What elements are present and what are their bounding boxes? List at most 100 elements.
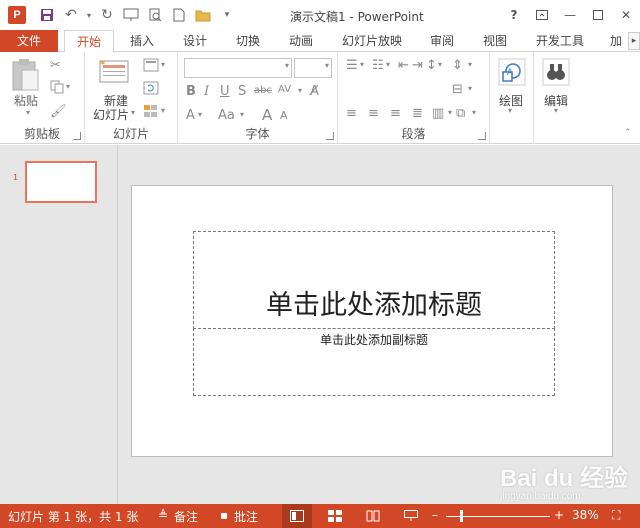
zoom-out-icon[interactable]: – (432, 508, 438, 522)
find-binoculars-icon[interactable] (542, 58, 570, 90)
layout-dropdown-icon[interactable]: ▾ (161, 60, 165, 69)
tab-slideshow[interactable]: 幻灯片放映 (334, 30, 410, 52)
align-text-dropdown-icon[interactable]: ▾ (468, 84, 472, 93)
section-dropdown-icon[interactable]: ▾ (161, 106, 165, 115)
tab-view[interactable]: 视图 (475, 30, 515, 52)
reading-view-icon[interactable] (358, 504, 388, 528)
customize-qat-icon[interactable]: ▾ (216, 5, 238, 25)
font-color-icon[interactable]: A (186, 108, 195, 123)
align-left-icon[interactable]: ≡ (346, 106, 357, 121)
increase-indent-icon[interactable]: ⇥ (412, 58, 423, 73)
character-spacing-dropdown-icon[interactable]: ▾ (298, 86, 302, 95)
zoom-in-icon[interactable]: + (554, 508, 564, 522)
clipboard-launcher-icon[interactable] (73, 132, 81, 140)
close-icon[interactable]: ✕ (612, 4, 640, 26)
tab-review[interactable]: 审阅 (422, 30, 462, 52)
copy-dropdown-icon[interactable]: ▾ (66, 82, 70, 91)
text-direction-dropdown-icon[interactable]: ▾ (468, 60, 472, 69)
paragraph-launcher-icon[interactable] (478, 132, 486, 140)
tab-developer[interactable]: 开发工具 (528, 30, 592, 52)
new-slide-label-2[interactable]: 幻灯片 (93, 106, 129, 123)
section-icon[interactable] (143, 104, 159, 122)
numbering-dropdown-icon[interactable]: ▾ (386, 60, 390, 69)
tab-home[interactable]: 开始 (64, 30, 114, 53)
notes-icon[interactable]: ≜ (158, 508, 168, 522)
bullets-dropdown-icon[interactable]: ▾ (360, 60, 364, 69)
font-name-dropdown-icon[interactable]: ▾ (285, 61, 289, 70)
clear-formatting-icon[interactable]: A̸ (310, 84, 319, 99)
change-case-dropdown-icon[interactable]: ▾ (240, 110, 244, 119)
redo-icon[interactable]: ↻ (96, 5, 118, 25)
tab-insert[interactable]: 插入 (122, 30, 162, 52)
smartart-icon[interactable]: ⧉ (456, 106, 465, 121)
align-text-icon[interactable]: ⊟ (452, 82, 463, 97)
normal-view-icon[interactable] (282, 504, 312, 528)
tab-file[interactable]: 文件 (0, 30, 58, 52)
slide-thumbnail[interactable] (25, 161, 97, 203)
change-case-icon[interactable]: Aa (218, 108, 235, 123)
restore-icon[interactable] (584, 4, 612, 26)
minimize-icon[interactable]: — (556, 4, 584, 26)
subtitle-placeholder[interactable]: 单击此处添加副标题 (193, 328, 555, 396)
underline-icon[interactable]: U (220, 84, 230, 99)
new-document-icon[interactable] (168, 5, 190, 25)
font-name-combo[interactable]: ▾ (184, 58, 292, 78)
paste-label[interactable]: 粘贴 (14, 92, 38, 109)
italic-icon[interactable]: I (204, 84, 209, 99)
align-center-icon[interactable]: ≡ (368, 106, 379, 121)
open-folder-icon[interactable] (192, 5, 214, 25)
slide-sorter-view-icon[interactable] (320, 504, 350, 528)
zoom-level[interactable]: 38% (572, 508, 599, 522)
decrease-font-size-icon[interactable]: A (280, 109, 288, 122)
strikethrough-icon[interactable]: abc (254, 85, 272, 96)
notes-button[interactable]: 备注 (174, 508, 198, 525)
align-right-icon[interactable]: ≡ (390, 106, 401, 121)
bold-icon[interactable]: B (186, 84, 196, 99)
comments-button[interactable]: 批注 (234, 508, 258, 525)
font-launcher-icon[interactable] (326, 132, 334, 140)
bullets-icon[interactable]: ☰ (346, 58, 358, 73)
paste-dropdown-icon[interactable]: ▾ (26, 108, 30, 117)
new-slide-dropdown-icon[interactable]: ▾ (131, 108, 135, 117)
increase-font-size-icon[interactable]: A (262, 106, 272, 124)
tab-addins[interactable]: 加 (605, 30, 627, 52)
print-preview-icon[interactable] (144, 5, 166, 25)
columns-dropdown-icon[interactable]: ▾ (448, 108, 452, 117)
paste-icon[interactable] (10, 58, 40, 96)
new-slide-icon[interactable]: ✶ (99, 58, 131, 88)
undo-dropdown-icon[interactable]: ▾ (84, 5, 94, 25)
tab-animations[interactable]: 动画 (281, 30, 321, 52)
fit-slide-icon[interactable]: ⛶ (612, 508, 620, 523)
slide-canvas[interactable]: 单击此处添加标题 单击此处添加副标题 (131, 185, 613, 457)
slideshow-from-beginning-icon[interactable] (120, 5, 142, 25)
justify-icon[interactable]: ≣ (412, 106, 423, 121)
font-color-dropdown-icon[interactable]: ▾ (198, 110, 202, 119)
title-placeholder[interactable]: 单击此处添加标题 (193, 231, 555, 329)
line-spacing-icon[interactable]: ↕ (426, 58, 437, 73)
font-size-dropdown-icon[interactable]: ▾ (325, 61, 329, 70)
smartart-dropdown-icon[interactable]: ▾ (472, 108, 476, 117)
zoom-slider-thumb[interactable] (460, 510, 463, 522)
slideshow-view-icon[interactable] (396, 504, 426, 528)
ribbon-display-icon[interactable] (528, 4, 556, 26)
collapse-ribbon-icon[interactable]: ⌃ (624, 128, 632, 138)
shadow-icon[interactable]: S (238, 84, 246, 99)
cut-icon[interactable]: ✂ (50, 58, 61, 73)
tab-transitions[interactable]: 切换 (228, 30, 268, 52)
text-direction-icon[interactable]: ⇕ (452, 58, 463, 73)
undo-icon[interactable]: ↶ (60, 5, 82, 25)
editing-dropdown-icon[interactable]: ▾ (554, 106, 558, 115)
numbering-icon[interactable]: ☷ (372, 58, 384, 73)
decrease-indent-icon[interactable]: ⇤ (398, 58, 409, 73)
comments-icon[interactable]: ▪ (220, 508, 228, 522)
columns-icon[interactable]: ▥ (432, 106, 444, 121)
tab-design[interactable]: 设计 (175, 30, 215, 52)
character-spacing-icon[interactable]: AV (278, 84, 291, 95)
help-button[interactable]: ? (500, 4, 528, 26)
font-size-combo[interactable]: ▾ (294, 58, 332, 78)
layout-icon[interactable] (143, 58, 159, 76)
save-icon[interactable] (36, 5, 58, 25)
line-spacing-dropdown-icon[interactable]: ▾ (438, 60, 442, 69)
format-painter-icon[interactable]: 🖌 (50, 104, 67, 119)
drawing-dropdown-icon[interactable]: ▾ (508, 106, 512, 115)
